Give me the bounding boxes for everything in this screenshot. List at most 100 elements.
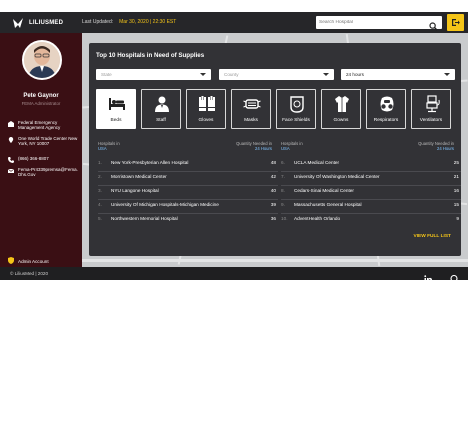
category-face-shields-label: Face Shields [282,118,310,123]
info-phone-text: (866) 366-8807 [18,156,49,161]
category-gloves-label: Gloves [198,118,214,123]
last-updated-value: Mar 30, 2020 | 22:30 EST [119,19,177,25]
table-row[interactable]: 5. Northwestern Memorial Hospital 36 [98,213,278,227]
table-row[interactable]: 1. New York-Presbyterian Allen Hospital 48 [98,157,278,172]
row-rank: 1. [98,160,102,165]
logout-button[interactable] [447,14,464,31]
info-organization: Federal Emergency Management Agency [8,120,80,131]
app-name: LILIUSMED [29,19,64,26]
gown-icon [333,95,351,113]
shield-icon [8,257,14,265]
logo-icon [12,17,24,29]
right-quantity-header: Quantity Needed in 24 Hours [382,141,454,151]
category-staff-label: Staff [156,118,166,123]
row-quantity: 39 [270,202,276,207]
category-tabs: Beds Staff Gloves Masks Face Shields Gow… [96,89,451,129]
info-organization-text: Federal Emergency Management Agency [18,120,61,131]
panel-title: Top 10 Hospitals in Need of Supplies [96,52,205,59]
row-hospital-name: New York-Presbyterian Allen Hospital [111,160,189,165]
building-icon [8,121,14,127]
category-ventilators[interactable]: Ventilators [411,89,451,129]
linkedin-icon[interactable] [424,270,432,280]
table-row[interactable]: 3. NYU Langone Hospital 40 [98,185,278,200]
github-icon[interactable] [450,270,458,280]
info-phone: (866) 366-8807 [8,156,80,163]
info-email[interactable]: Fema-Pr4339premsa@Fema.Dhs.Gov [7,167,80,178]
time-range-value: 24 hours [346,72,364,77]
row-hospital-name: Northwestern Memorial Hospital [111,216,178,221]
row-quantity: 16 [453,188,459,193]
row-quantity: 40 [270,188,276,193]
chevron-down-icon [200,73,206,76]
admin-account-link[interactable]: Admin Account [8,257,49,265]
county-select[interactable]: County [219,69,334,80]
table-row[interactable]: 8. Cedars-Sinai Medical Center 16 [281,185,461,200]
info-email-text[interactable]: Fema-Pr4339premsa@Fema.Dhs.Gov [18,167,80,178]
category-masks-label: Masks [244,118,258,123]
bed-icon [108,95,126,113]
category-staff[interactable]: Staff [141,89,181,129]
row-hospital-name: NYU Langone Hospital [111,188,159,193]
last-updated-label: Last Updated: [82,19,114,25]
map-road [82,259,468,262]
copyright: © LiliusMed | 2020 [10,271,49,276]
row-quantity: 42 [270,174,276,179]
chevron-down-icon [444,73,450,76]
category-gloves[interactable]: Gloves [186,89,226,129]
table-row[interactable]: 9. Massachusetts General Hospital 15 [281,199,461,214]
table-row[interactable]: 7. University Of Washington Medical Cente… [281,171,461,186]
row-quantity: 36 [270,216,276,221]
column-region: USA [98,146,107,152]
row-quantity: 21 [453,174,459,179]
sidebar: Pete Gaynor FEMA Administrator Federal E… [0,33,82,280]
avatar[interactable] [22,40,62,80]
category-ventilators-label: Ventilators [419,118,443,123]
state-select[interactable]: State [96,69,211,80]
table-row[interactable]: 2. Morristown Medical Center 42 [98,171,278,186]
face-shield-icon [288,95,306,113]
info-address-text: One World Trade Center New York, NY 1000… [18,136,78,147]
search-box [316,16,442,31]
phone-icon [8,157,14,163]
mask-icon [243,95,261,113]
left-quantity-header: Quantity Needed in 24 Hours [199,141,272,151]
logout-icon [452,19,460,26]
search-icon[interactable] [429,18,438,31]
category-respirators-label: Respirators [373,118,399,123]
location-pin-icon [8,137,14,143]
user-role: FEMA Administrator [21,101,61,106]
map-area[interactable]: Top 10 Hospitals in Need of Supplies Sta… [82,33,468,267]
admin-account-label: Admin Account [18,258,49,264]
row-rank: 8. [281,188,285,193]
category-beds-label: Beds [110,118,122,123]
category-face-shields[interactable]: Face Shields [276,89,316,129]
last-updated: Last Updated: Mar 30, 2020 | 22:30 EST [82,19,176,25]
column-period: 24 Hours [437,146,454,152]
chevron-down-icon [323,73,329,76]
search-input[interactable] [319,18,419,27]
table-row[interactable]: 4. University Of Michigan Hospitals-Michi… [98,199,278,214]
view-full-list-link[interactable]: VIEW FULL LIST [414,234,452,239]
row-hospital-name: Cedars-Sinai Medical Center [294,188,354,193]
county-select-value: County [224,72,239,77]
row-rank: 10. [281,216,288,221]
row-hospital-name: Massachusetts General Hospital [294,202,362,207]
row-rank: 7. [281,174,285,179]
top-bar: LILIUSMED Last Updated: Mar 30, 2020 | 22… [0,12,468,33]
row-hospital-name: UCLA Medical Center [294,160,340,165]
row-rank: 9. [281,202,285,207]
category-masks[interactable]: Masks [231,89,271,129]
app-window: LILIUSMED Last Updated: Mar 30, 2020 | 22… [0,12,468,280]
staff-icon [153,95,171,113]
category-beds[interactable]: Beds [96,89,136,129]
category-respirators[interactable]: Respirators [366,89,406,129]
row-rank: 5. [98,216,102,221]
row-hospital-name: University Of Michigan Hospitals-Michiga… [111,202,219,207]
app-logo[interactable]: LILIUSMED [12,16,63,29]
category-gowns[interactable]: Gowns [321,89,361,129]
row-quantity: 48 [270,160,276,165]
time-range-select[interactable]: 24 hours [341,69,455,80]
table-row[interactable]: 6. UCLA Medical Center 25 [281,157,461,172]
info-address: One World Trade Center New York, NY 1000… [8,136,80,147]
table-row[interactable]: 10. AdventHealth Orlando 9 [281,213,461,227]
